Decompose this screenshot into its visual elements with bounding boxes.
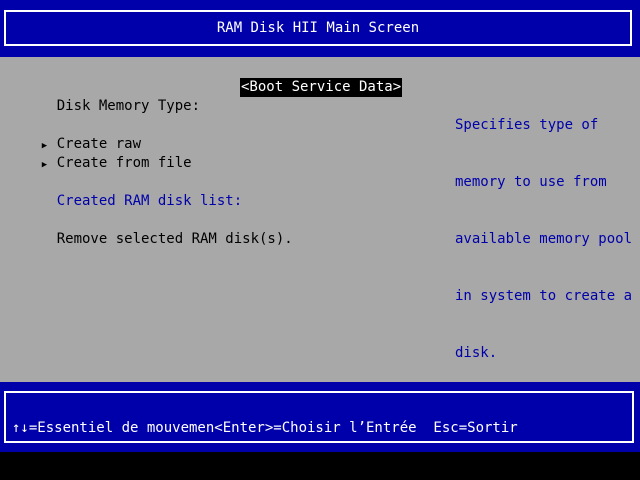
help-panel: Specifies type of memory to use from ava…	[455, 78, 633, 401]
header-frame: RAM Disk HII Main Screen	[4, 10, 632, 46]
disk-memory-type-label: Disk Memory Type:	[56, 98, 201, 114]
key-hints: ↑↓=Essentiel de mouvemen<Enter>=Choisir …	[12, 420, 518, 436]
header-band: RAM Disk HII Main Screen	[0, 0, 640, 57]
help-line: available memory pool	[455, 231, 633, 247]
footer-band: ↑↓=Essentiel de mouvemen<Enter>=Choisir …	[0, 382, 640, 452]
created-ram-disk-list-label: Created RAM disk list:	[56, 193, 243, 209]
help-line: in system to create a	[455, 288, 633, 304]
create-from-file-label: Create from file	[56, 155, 192, 171]
remove-selected-label: Remove selected RAM disk(s).	[56, 231, 293, 247]
bottom-border	[0, 452, 640, 480]
created-ram-disk-list-heading: Created RAM disk list:	[8, 173, 242, 209]
create-from-file-item[interactable]: ▶ Create from file	[8, 135, 192, 171]
help-line: disk.	[455, 345, 498, 361]
help-line: memory to use from	[455, 174, 607, 190]
remove-selected-item[interactable]: Remove selected RAM disk(s).	[8, 211, 293, 247]
page-title: RAM Disk HII Main Screen	[216, 19, 420, 36]
create-raw-item[interactable]: ▶ Create raw	[8, 116, 141, 152]
disk-memory-type-row[interactable]: Disk Memory Type:	[8, 78, 200, 114]
bios-screen: RAM Disk HII Main Screen Disk Memory Typ…	[0, 0, 640, 480]
disk-memory-type-value[interactable]: <Boot Service Data>	[240, 78, 403, 97]
help-line: Specifies type of	[455, 117, 599, 133]
